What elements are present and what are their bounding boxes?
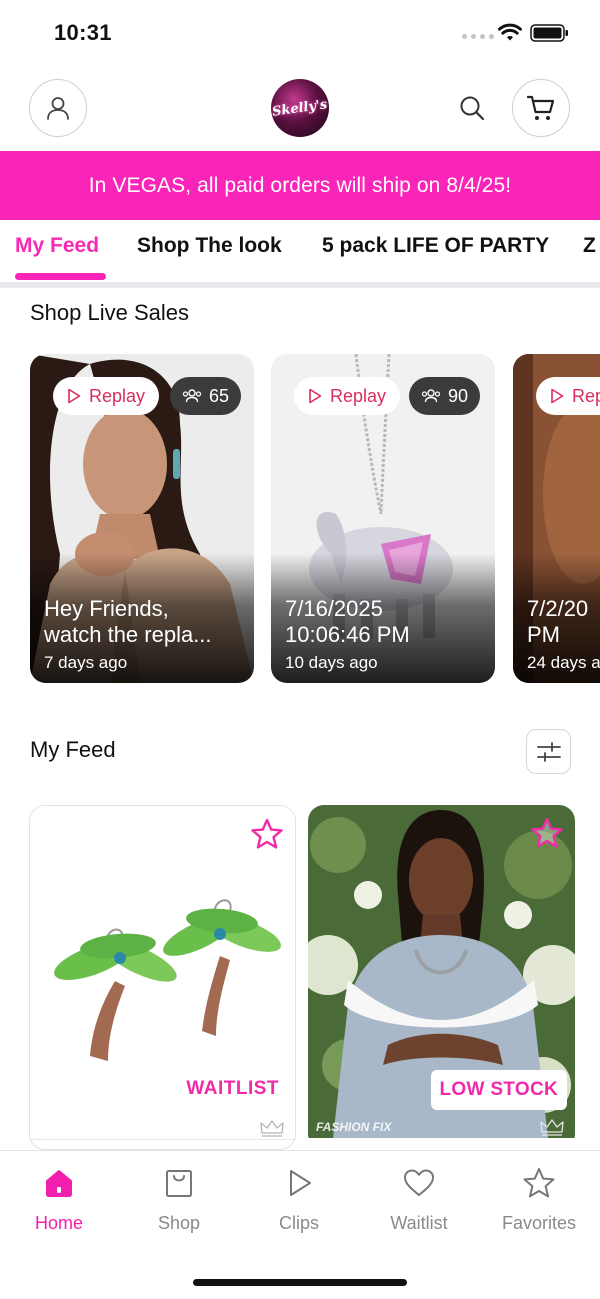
- replay-button[interactable]: Replay: [53, 377, 160, 415]
- signal-icon: [462, 34, 494, 39]
- nav-label: Favorites: [501, 1213, 577, 1233]
- nav-label: Clips: [278, 1213, 319, 1233]
- search-icon: [460, 96, 485, 121]
- play-icon: [290, 1170, 311, 1196]
- bottom-nav: Home Shop Clips Waitlist Favorites: [0, 1150, 600, 1299]
- waitlist-badge: WAITLIST: [186, 1078, 279, 1099]
- viewer-count-value: 65: [209, 385, 230, 406]
- product-card[interactable]: LOW STOCK FASHION FIX: [308, 805, 575, 1150]
- app-header: Skelly's: [0, 66, 600, 150]
- favorite-button[interactable]: [529, 815, 565, 851]
- sliders-icon: [536, 741, 561, 762]
- cart-icon: [526, 95, 555, 120]
- heart-icon: [404, 1169, 434, 1196]
- nav-label: Home: [34, 1213, 83, 1233]
- profile-button[interactable]: [29, 79, 87, 137]
- live-sale-time: 10 days ago: [285, 653, 378, 672]
- play-outline-icon: [551, 388, 564, 404]
- star-icon: [523, 1168, 555, 1198]
- tab-my-feed[interactable]: My Feed: [15, 234, 99, 258]
- brand-logo[interactable]: Skelly's: [271, 79, 329, 137]
- play-outline-icon: [309, 388, 322, 404]
- status-time: 10:31: [54, 20, 112, 45]
- viewer-count: 90: [409, 377, 481, 415]
- nav-label: Shop: [157, 1213, 201, 1233]
- live-sale-card[interactable]: Replay 65 Hey Friends, watch the repla..…: [30, 354, 254, 683]
- card-divider: [30, 1139, 295, 1140]
- live-sale-title-line1: Hey Friends,: [44, 596, 169, 621]
- nav-shop[interactable]: Shop: [129, 1165, 229, 1234]
- live-sale-time: 24 days a: [527, 653, 600, 672]
- crown-icon: [540, 1119, 564, 1136]
- user-icon: [47, 97, 69, 120]
- search-button[interactable]: [456, 92, 488, 124]
- tab-z[interactable]: Z: [583, 234, 596, 258]
- favorite-button[interactable]: [249, 816, 285, 852]
- replay-button[interactable]: Replay: [294, 377, 401, 415]
- live-sale-title-line2: 10:06:46 PM: [285, 622, 410, 647]
- viewers-icon: [182, 389, 202, 403]
- crown-icon: [260, 1120, 284, 1137]
- star-icon: [251, 818, 283, 849]
- nav-home[interactable]: Home: [9, 1165, 109, 1234]
- logo-text: Skelly's: [271, 96, 329, 120]
- nav-waitlist[interactable]: Waitlist: [369, 1165, 469, 1234]
- tabs-divider: [0, 282, 600, 288]
- play-outline-icon: [68, 388, 81, 404]
- live-sale-title-line1: 7/2/20: [527, 596, 589, 621]
- live-sale-card[interactable]: Rep 7/2/20 PM 24 days a: [513, 354, 600, 683]
- battery-icon: [530, 24, 568, 42]
- nav-label: Waitlist: [390, 1213, 448, 1233]
- nav-favorites[interactable]: Favorites: [489, 1165, 589, 1234]
- live-sale-title-line1: 7/16/2025: [285, 596, 383, 621]
- home-icon: [46, 1170, 72, 1197]
- live-sale-time: 7 days ago: [44, 653, 128, 672]
- replay-button[interactable]: Rep: [536, 377, 600, 415]
- tab-5-pack-life-of-party[interactable]: 5 pack LIFE OF PARTY: [322, 234, 549, 258]
- banner-text: In VEGAS, all paid orders will ship on 8…: [88, 173, 512, 197]
- viewer-count: 65: [170, 377, 242, 415]
- home-indicator: [193, 1279, 407, 1286]
- product-card[interactable]: WAITLIST: [29, 805, 296, 1150]
- viewer-count-value: 90: [448, 385, 469, 406]
- low-stock-badge: LOW STOCK: [430, 1070, 567, 1110]
- replay-label: Replay: [330, 385, 387, 406]
- status-bar: 10:31: [0, 0, 600, 66]
- fashion-fix-watermark: FASHION FIX: [316, 1120, 392, 1134]
- star-icon: [531, 817, 563, 848]
- live-sales-title: Shop Live Sales: [30, 300, 189, 325]
- category-tabs: My Feed Shop The look 5 pack LIFE OF PAR…: [0, 220, 600, 282]
- announcement-banner[interactable]: In VEGAS, all paid orders will ship on 8…: [0, 151, 600, 220]
- replay-label: Rep: [572, 385, 600, 406]
- live-sale-title-line2: watch the repla...: [44, 622, 212, 647]
- active-tab-indicator: [15, 273, 106, 280]
- cart-button[interactable]: [512, 79, 570, 137]
- nav-clips[interactable]: Clips: [249, 1165, 349, 1234]
- shopping-bag-icon: [166, 1170, 192, 1197]
- viewers-icon: [421, 389, 441, 403]
- live-sale-card[interactable]: Replay 90 7/16/2025 10:06:46 PM 10 days …: [271, 354, 495, 683]
- tab-shop-the-look[interactable]: Shop The look: [137, 234, 282, 258]
- replay-label: Replay: [89, 385, 146, 406]
- filter-button[interactable]: [526, 729, 571, 774]
- feed-title: My Feed: [30, 737, 116, 762]
- live-sale-title-line2: PM: [527, 622, 560, 647]
- wifi-icon: [498, 23, 522, 41]
